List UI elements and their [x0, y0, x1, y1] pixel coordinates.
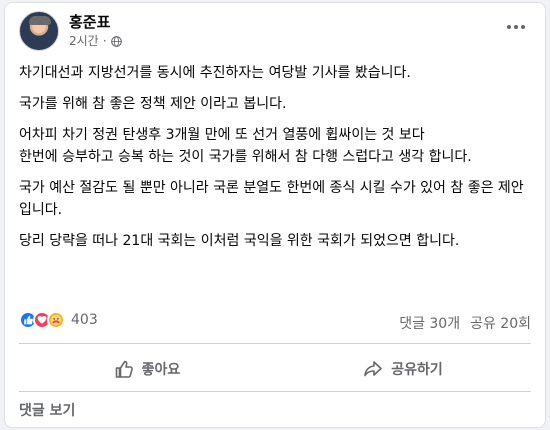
post-paragraph: 국가를 위해 참 좋은 정책 제안 이라고 봅니다.: [19, 96, 287, 112]
post-card: 홍준표 2시간 · 차기대선과 지방선거를 동시에 추진하자는 여당발 기사를 …: [4, 2, 546, 428]
post-paragraph: 당리 당략을 떠나 21대 국회는 이처럼 국익을 위한 국회가 되었으면 합니…: [19, 233, 460, 249]
avatar[interactable]: [19, 11, 59, 51]
like-label: 좋아요: [141, 362, 181, 378]
reaction-summary[interactable]: 403: [19, 311, 98, 329]
separator-dot: ·: [102, 34, 107, 48]
thumbs-up-icon: [115, 360, 133, 378]
post-paragraph: 한번에 승부하고 승복 하는 것이 국가를 위해서 참 다행 스럽다고 생각 합…: [19, 149, 472, 165]
more-options-button[interactable]: [501, 17, 531, 37]
globe-icon: [110, 35, 122, 47]
like-button[interactable]: 좋아요: [19, 349, 275, 389]
comment-count[interactable]: 댓글 30개: [399, 313, 460, 333]
share-count[interactable]: 공유 20회: [470, 313, 531, 333]
post-text: 차기대선과 지방선거를 동시에 추진하자는 여당발 기사를 봤습니다. 국가를 …: [19, 62, 531, 252]
share-label: 공유하기: [391, 362, 443, 378]
post-paragraph: 국가 예산 절감도 될 뿐만 아니라 국론 분열도 한번에 종식 시킬 수가 있…: [19, 180, 524, 218]
share-button[interactable]: 공유하기: [275, 349, 531, 389]
divider: [19, 343, 531, 344]
share-arrow-icon: [364, 361, 383, 377]
post-subline: 2시간 ·: [69, 33, 122, 49]
post-paragraph: 어차피 차기 정권 탄생후 3개월 만에 또 선거 열풍에 휩싸이는 것 보다: [19, 127, 425, 143]
more-dot-icon: [521, 25, 525, 29]
post-meta: 홍준표 2시간 ·: [69, 13, 122, 49]
post-stats: 댓글 30개 공유 20회: [399, 313, 531, 333]
post-header: 홍준표 2시간 ·: [19, 11, 122, 51]
care-icon: [47, 311, 65, 329]
reaction-count: 403: [71, 312, 98, 328]
post-paragraph: 차기대선과 지방선거를 동시에 추진하자는 여당발 기사를 봤습니다.: [19, 65, 411, 81]
view-comments-link[interactable]: 댓글 보기: [19, 400, 75, 420]
divider: [19, 391, 531, 392]
more-dot-icon: [514, 25, 518, 29]
more-dot-icon: [507, 25, 511, 29]
author-name[interactable]: 홍준표: [69, 13, 122, 32]
post-time[interactable]: 2시간: [69, 33, 99, 49]
action-bar: 좋아요 공유하기: [19, 349, 531, 389]
